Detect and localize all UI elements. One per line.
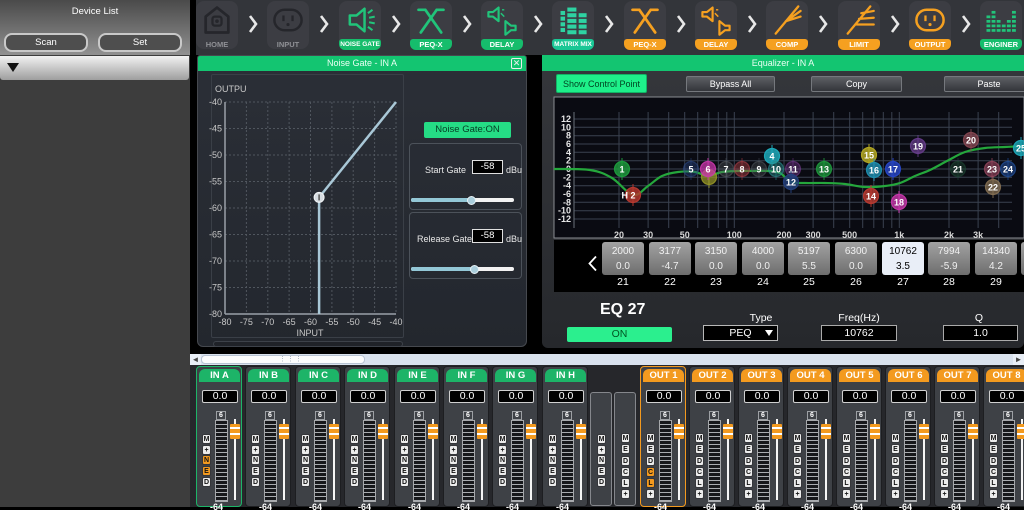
svg-text:5: 5 — [688, 165, 693, 175]
svg-text:19: 19 — [913, 142, 923, 152]
svg-text:-75: -75 — [209, 283, 222, 293]
svg-text:-50: -50 — [347, 317, 360, 327]
svg-text:200: 200 — [776, 230, 791, 240]
svg-text:-40: -40 — [209, 97, 222, 107]
svg-text:-55: -55 — [209, 177, 222, 187]
svg-text:11: 11 — [788, 165, 798, 175]
svg-text:10: 10 — [771, 165, 781, 175]
svg-text:-70: -70 — [209, 256, 222, 266]
svg-text:-50: -50 — [209, 150, 222, 160]
svg-text:INPUT: INPUT — [297, 328, 325, 338]
svg-text:15: 15 — [864, 151, 874, 161]
svg-text:7: 7 — [723, 165, 728, 175]
svg-text:16: 16 — [869, 166, 879, 176]
svg-text:12: 12 — [561, 114, 571, 124]
svg-text:3k: 3k — [973, 230, 984, 240]
svg-text:30: 30 — [643, 230, 653, 240]
svg-text:1k: 1k — [894, 230, 905, 240]
svg-text:6: 6 — [705, 165, 710, 175]
svg-text:24: 24 — [1003, 165, 1013, 175]
svg-text:17: 17 — [888, 165, 898, 175]
svg-text:-55: -55 — [325, 317, 338, 327]
svg-text:-45: -45 — [368, 317, 381, 327]
svg-text:H: H — [622, 191, 629, 201]
svg-text:13: 13 — [819, 165, 829, 175]
svg-text:20: 20 — [614, 230, 624, 240]
svg-text:9: 9 — [756, 165, 761, 175]
svg-text:50: 50 — [680, 230, 690, 240]
svg-text:-65: -65 — [283, 317, 296, 327]
svg-text:-45: -45 — [209, 124, 222, 134]
svg-text:-60: -60 — [209, 203, 222, 213]
svg-text:20: 20 — [966, 136, 976, 146]
svg-text:22: 22 — [988, 183, 998, 193]
svg-text:2k: 2k — [944, 230, 955, 240]
svg-text:-75: -75 — [240, 317, 253, 327]
svg-text:-40: -40 — [389, 317, 402, 327]
svg-text:-60: -60 — [304, 317, 317, 327]
svg-text:4: 4 — [769, 152, 774, 162]
svg-text:18: 18 — [894, 198, 904, 208]
svg-text:300: 300 — [806, 230, 821, 240]
svg-text:12: 12 — [786, 178, 796, 188]
svg-text:25: 25 — [1016, 144, 1024, 154]
svg-text:-70: -70 — [261, 317, 274, 327]
svg-text:-65: -65 — [209, 230, 222, 240]
svg-text:1: 1 — [619, 165, 624, 175]
svg-text:-80: -80 — [218, 317, 231, 327]
svg-text:14: 14 — [866, 192, 876, 202]
svg-text:2: 2 — [630, 191, 635, 201]
svg-text:8: 8 — [739, 165, 744, 175]
svg-text:500: 500 — [842, 230, 857, 240]
svg-text:21: 21 — [953, 165, 963, 175]
svg-text:100: 100 — [727, 230, 742, 240]
svg-text:23: 23 — [987, 165, 997, 175]
